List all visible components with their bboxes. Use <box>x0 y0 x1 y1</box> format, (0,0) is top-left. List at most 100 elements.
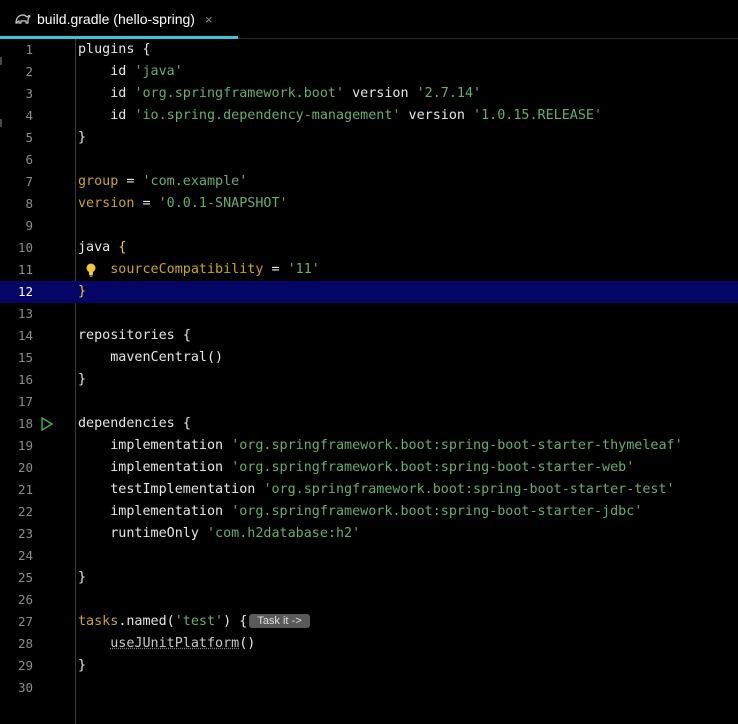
code-token: 'org.springframework.boot:spring-boot-st… <box>231 504 643 519</box>
code-line[interactable]: 16} <box>0 369 738 391</box>
code-line[interactable]: 12} <box>0 281 738 303</box>
code-line[interactable]: 14 repositories { <box>0 325 738 347</box>
code-text: dependencies { <box>78 413 191 435</box>
line-number: 6 <box>25 152 33 167</box>
code-line[interactable]: 21 testImplementation 'org.springframewo… <box>0 479 738 501</box>
line-number: 28 <box>17 636 33 651</box>
code-token: } <box>78 570 87 585</box>
code-token: } <box>78 372 87 387</box>
code-token: plugins <box>78 42 143 57</box>
code-line[interactable]: 22 implementation 'org.springframework.b… <box>0 501 738 523</box>
code-line[interactable]: 1 plugins { <box>0 39 738 61</box>
code-token: = <box>134 196 159 211</box>
code-line[interactable]: 29} <box>0 655 738 677</box>
line-number: 25 <box>17 570 33 585</box>
code-text: group = 'com.example' <box>78 171 247 193</box>
line-number: 14 <box>17 328 33 343</box>
code-line[interactable]: 26 <box>0 589 738 611</box>
code-token: sourceCompatibility <box>110 262 264 277</box>
code-token: '2.7.14' <box>416 86 482 101</box>
line-number: 2 <box>25 64 33 79</box>
line-number: 23 <box>17 526 33 541</box>
code-token: 'org.springframework.boot:spring-boot-st… <box>263 482 675 497</box>
code-text: implementation 'org.springframework.boot… <box>78 457 634 479</box>
code-text: implementation 'org.springframework.boot… <box>78 435 682 457</box>
code-line[interactable]: 4 id 'io.spring.dependency-management' v… <box>0 105 738 127</box>
code-line[interactable]: 27 tasks.named('test') {Task it -> <box>0 611 738 633</box>
code-text: } <box>78 567 86 589</box>
line-number: 10 <box>17 240 33 255</box>
code-token: dependencies <box>78 416 183 431</box>
code-line[interactable]: 17 <box>0 391 738 413</box>
code-line[interactable]: 15 mavenCentral() <box>0 347 738 369</box>
code-line[interactable]: 2 id 'java' <box>0 61 738 83</box>
line-number: 5 <box>25 130 33 145</box>
code-line[interactable]: 23 runtimeOnly 'com.h2database:h2' <box>0 523 738 545</box>
code-token: { <box>182 328 191 343</box>
line-number: 17 <box>17 394 33 409</box>
code-line[interactable]: 3 id 'org.springframework.boot' version … <box>0 83 738 105</box>
code-token: } <box>78 130 87 145</box>
code-line[interactable]: 13 <box>0 303 738 325</box>
code-token: 'com.h2database:h2' <box>207 526 361 541</box>
code-token: implementation <box>78 460 232 475</box>
line-number: 11 <box>17 262 33 277</box>
code-token: { <box>118 240 127 255</box>
code-token: = <box>118 174 143 189</box>
code-token: 'com.example' <box>142 174 248 189</box>
code-line[interactable]: 19 implementation 'org.springframework.b… <box>0 435 738 457</box>
code-token: } <box>78 284 87 299</box>
code-text: runtimeOnly 'com.h2database:h2' <box>78 523 360 545</box>
code-text: } <box>78 655 86 677</box>
run-gutter-icon[interactable] <box>40 417 54 431</box>
code-text: version = '0.0.1-SNAPSHOT' <box>78 193 288 215</box>
line-number: 9 <box>25 218 33 233</box>
code-line[interactable]: 24 <box>0 545 738 567</box>
line-number: 27 <box>17 614 33 629</box>
code-line[interactable]: 20 implementation 'org.springframework.b… <box>0 457 738 479</box>
code-line[interactable]: 11 sourceCompatibility = '11' <box>0 259 738 281</box>
code-text: } <box>78 281 86 303</box>
code-token: ) { <box>223 614 248 629</box>
close-tab-icon[interactable]: × <box>205 12 213 27</box>
tab-title: build.gradle (hello-spring) <box>37 11 195 27</box>
code-token: 'test' <box>174 614 224 629</box>
code-editor[interactable]: 1 plugins {2 id 'java' 3 id 'org.springfra… <box>0 39 738 724</box>
line-number: 1 <box>25 42 33 57</box>
code-line[interactable]: 28 useJUnitPlatform() <box>0 633 738 655</box>
line-number: 3 <box>25 86 33 101</box>
code-text: mavenCentral() <box>78 347 223 369</box>
line-number: 4 <box>25 108 33 123</box>
code-line[interactable]: 7 group = 'com.example' <box>0 171 738 193</box>
code-token: '0.0.1-SNAPSHOT' <box>158 196 288 211</box>
line-number: 26 <box>17 592 33 607</box>
line-number: 19 <box>17 438 33 453</box>
code-line[interactable]: 10 java { <box>0 237 738 259</box>
code-line[interactable]: 18 dependencies { <box>0 413 738 435</box>
code-text: tasks.named('test') {Task it -> <box>78 611 310 633</box>
code-line[interactable]: 8 version = '0.0.1-SNAPSHOT' <box>0 193 738 215</box>
code-line[interactable]: 9 <box>0 215 738 237</box>
code-line[interactable]: 25} <box>0 567 738 589</box>
code-token: '1.0.15.RELEASE' <box>473 108 603 123</box>
code-line[interactable]: 6 <box>0 149 738 171</box>
code-text: id 'java' <box>78 61 183 83</box>
code-token: () <box>239 636 256 651</box>
code-token: id <box>78 108 135 123</box>
code-token: { <box>142 42 151 57</box>
code-token: = <box>263 262 288 277</box>
code-text: id 'org.springframework.boot' version '2… <box>78 83 481 105</box>
inlay-hint[interactable]: Task it -> <box>249 614 310 628</box>
code-token: java <box>78 240 119 255</box>
code-token: id <box>78 64 135 79</box>
code-text: sourceCompatibility = '11' <box>78 259 320 281</box>
code-token: version <box>400 108 474 123</box>
code-text: useJUnitPlatform() <box>78 633 255 655</box>
code-line[interactable]: 30 <box>0 677 738 699</box>
code-token: implementation <box>78 438 232 453</box>
code-text: testImplementation 'org.springframework.… <box>78 479 675 501</box>
line-number: 12 <box>17 284 33 299</box>
line-number: 21 <box>17 482 33 497</box>
code-line[interactable]: 5} <box>0 127 738 149</box>
tab-build-gradle[interactable]: build.gradle (hello-spring) × <box>0 0 238 39</box>
